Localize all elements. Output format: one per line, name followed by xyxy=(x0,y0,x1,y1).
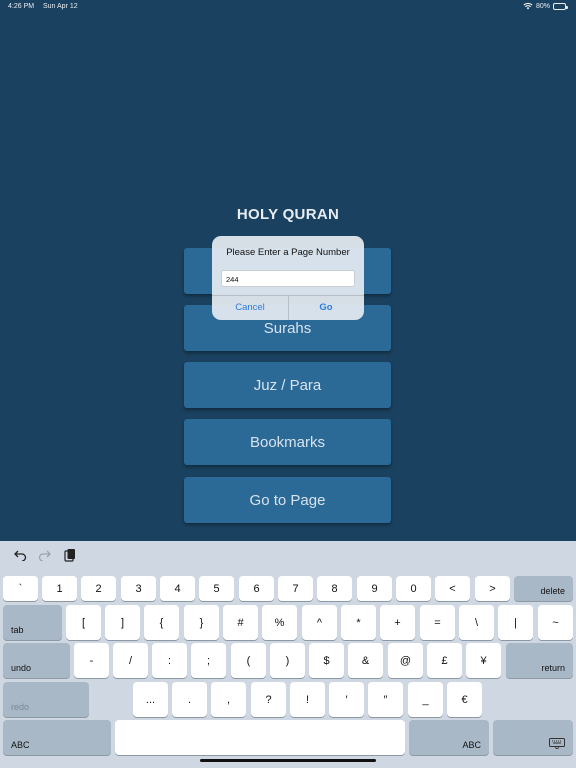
battery-percent: 80% xyxy=(535,2,550,10)
hide-keyboard-key[interactable] xyxy=(493,720,573,755)
key-left-bracket[interactable]: [ xyxy=(66,605,101,640)
key-slash[interactable]: / xyxy=(113,643,148,678)
key-dollar[interactable]: $ xyxy=(309,643,344,678)
status-date: Sun Apr 12 xyxy=(43,3,78,10)
key-at[interactable]: @ xyxy=(388,643,423,678)
key-right-paren[interactable]: ) xyxy=(270,643,305,678)
key-equals[interactable]: = xyxy=(420,605,455,640)
home-indicator xyxy=(200,759,376,762)
key-ellipsis[interactable]: ... xyxy=(133,682,168,717)
paste-icon[interactable] xyxy=(63,548,77,562)
key-double-prime[interactable]: ″ xyxy=(368,682,403,717)
status-bar: 4:26 PM Sun Apr 12 80% xyxy=(0,0,576,14)
redo-icon[interactable] xyxy=(37,548,51,562)
key-backtick[interactable]: ` xyxy=(3,576,38,601)
key-9[interactable]: 9 xyxy=(357,576,392,601)
key-5[interactable]: 5 xyxy=(199,576,234,601)
key-left-brace[interactable]: { xyxy=(144,605,179,640)
keyboard-icon xyxy=(549,738,565,749)
key-question[interactable]: ? xyxy=(251,682,286,717)
key-left-paren[interactable]: ( xyxy=(231,643,266,678)
undo-icon[interactable] xyxy=(13,548,27,562)
undo-key[interactable]: undo xyxy=(3,643,70,678)
key-semicolon[interactable]: ; xyxy=(191,643,226,678)
key-1[interactable]: 1 xyxy=(42,576,77,601)
key-pound[interactable]: £ xyxy=(427,643,462,678)
key-euro[interactable]: € xyxy=(447,682,482,717)
key-backslash[interactable]: \ xyxy=(459,605,494,640)
key-right-brace[interactable]: } xyxy=(184,605,219,640)
app-title: HOLY QURAN xyxy=(236,206,340,223)
key-percent[interactable]: % xyxy=(262,605,297,640)
cancel-button[interactable]: Cancel xyxy=(212,295,288,320)
key-period[interactable]: . xyxy=(172,682,207,717)
redo-key[interactable]: redo xyxy=(3,682,89,717)
key-7[interactable]: 7 xyxy=(278,576,313,601)
key-hash[interactable]: # xyxy=(223,605,258,640)
juz-para-button[interactable]: Juz / Para xyxy=(184,362,391,408)
key-minus[interactable]: - xyxy=(74,643,109,678)
status-time: 4:26 PM xyxy=(8,3,35,10)
key-caret[interactable]: ^ xyxy=(302,605,337,640)
tab-key[interactable]: tab xyxy=(3,605,62,640)
bookmarks-button[interactable]: Bookmarks xyxy=(184,419,391,465)
key-prime[interactable]: ′ xyxy=(329,682,364,717)
key-less-than[interactable]: < xyxy=(435,576,470,601)
key-3[interactable]: 3 xyxy=(121,576,156,601)
abc-key-left[interactable]: ABC xyxy=(3,720,111,755)
key-tilde[interactable]: ~ xyxy=(538,605,573,640)
key-ampersand[interactable]: & xyxy=(348,643,383,678)
status-right: 80% xyxy=(523,2,568,10)
key-pipe[interactable]: | xyxy=(498,605,533,640)
page-number-dialog: Please Enter a Page Number 244 Cancel Go xyxy=(212,236,364,320)
key-8[interactable]: 8 xyxy=(317,576,352,601)
key-4[interactable]: 4 xyxy=(160,576,195,601)
key-underscore[interactable]: _ xyxy=(408,682,443,717)
page-number-input[interactable]: 244 xyxy=(221,270,355,287)
key-6[interactable]: 6 xyxy=(239,576,274,601)
key-comma[interactable]: , xyxy=(211,682,246,717)
battery-icon xyxy=(553,2,568,10)
abc-key-right[interactable]: ABC xyxy=(409,720,489,755)
dialog-title: Please Enter a Page Number xyxy=(226,247,350,258)
key-2[interactable]: 2 xyxy=(81,576,116,601)
key-greater-than[interactable]: > xyxy=(475,576,510,601)
go-button[interactable]: Go xyxy=(288,295,364,320)
key-right-bracket[interactable]: ] xyxy=(105,605,140,640)
wifi-icon xyxy=(523,2,533,10)
key-0[interactable]: 0 xyxy=(396,576,431,601)
key-plus[interactable]: + xyxy=(380,605,415,640)
return-key[interactable]: return xyxy=(506,643,573,678)
key-asterisk[interactable]: * xyxy=(341,605,376,640)
go-to-page-button[interactable]: Go to Page xyxy=(184,477,391,523)
key-colon[interactable]: : xyxy=(152,643,187,678)
delete-key[interactable]: delete xyxy=(514,576,573,601)
key-exclamation[interactable]: ! xyxy=(290,682,325,717)
key-yen[interactable]: ¥ xyxy=(466,643,501,678)
space-key[interactable] xyxy=(115,720,405,755)
